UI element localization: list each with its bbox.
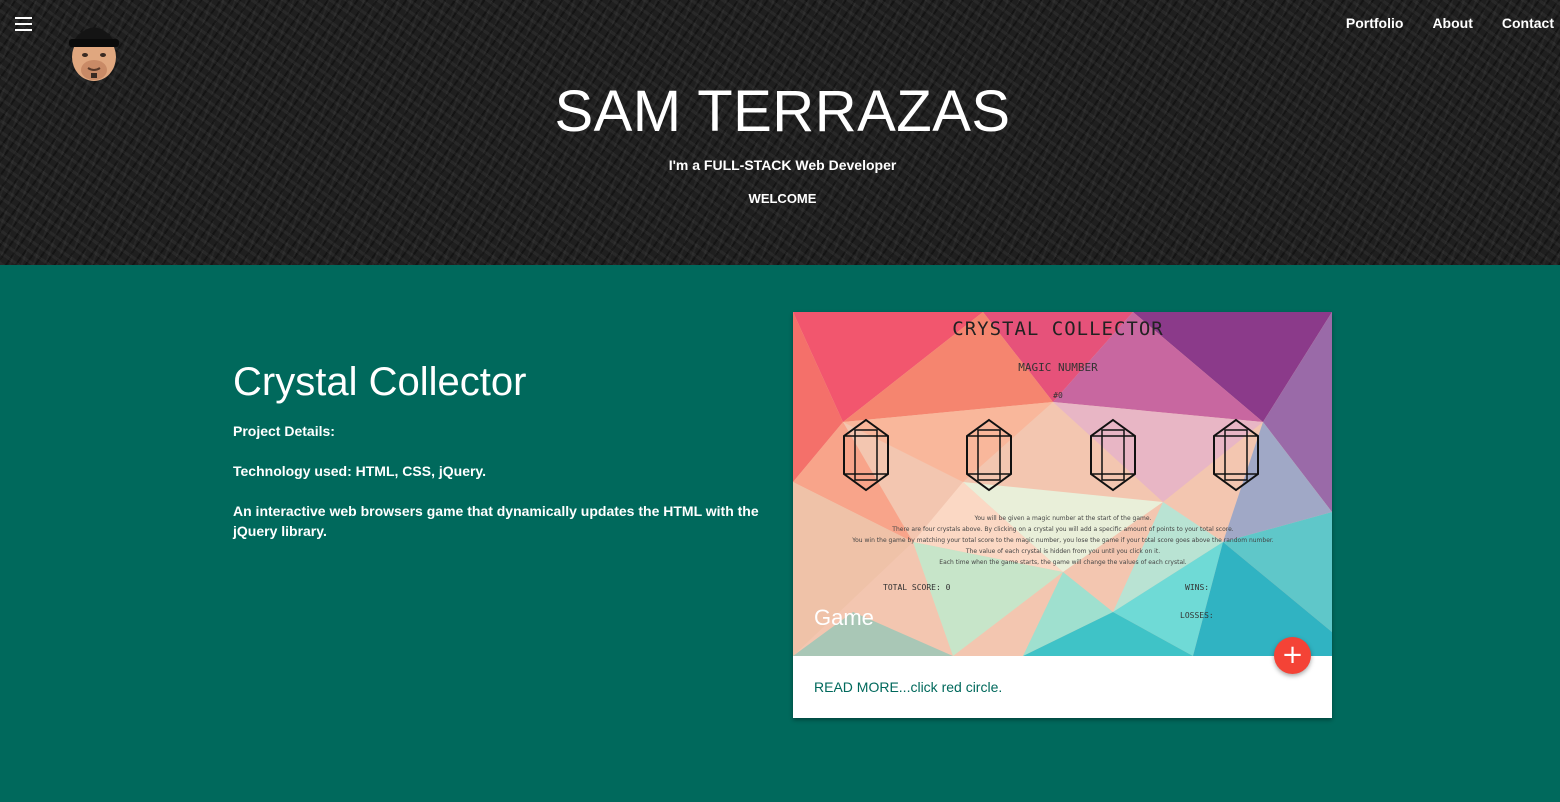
nav-about[interactable]: About bbox=[1432, 15, 1472, 31]
hero-subtitle: I'm a FULL-STACK Web Developer bbox=[668, 157, 897, 173]
game-instructions: You will be given a magic number at the … bbox=[843, 513, 1283, 568]
losses-count: LOSSES: bbox=[1180, 611, 1214, 620]
page-title: SAM TERRAZAS bbox=[554, 79, 1011, 144]
magic-number-label: MAGIC NUMBER bbox=[1018, 361, 1098, 374]
game-title: CRYSTAL COLLECTOR bbox=[952, 318, 1164, 340]
project-title: Crystal Collector bbox=[233, 360, 527, 404]
menu-icon[interactable] bbox=[14, 16, 34, 32]
instruction-line: You will be given a magic number at the … bbox=[974, 515, 1152, 522]
instruction-line: Each time when the game starts, the game… bbox=[939, 559, 1187, 566]
read-more-link[interactable]: READ MORE...click red circle. bbox=[814, 679, 1002, 695]
avatar bbox=[69, 27, 119, 81]
crystal-icon-4 bbox=[1213, 418, 1259, 492]
project-card: CRYSTAL COLLECTOR MAGIC NUMBER #0 You wi… bbox=[793, 312, 1332, 718]
crystal-icon-3 bbox=[1090, 418, 1136, 492]
add-icon-button[interactable]: + bbox=[1274, 637, 1311, 674]
instruction-line: You win the game by matching your total … bbox=[852, 537, 1274, 544]
magic-number-value: #0 bbox=[1053, 391, 1063, 400]
project-description: An interactive web browsers game that dy… bbox=[233, 503, 759, 539]
crystal-icon-2 bbox=[966, 418, 1012, 492]
instruction-line: The value of each crystal is hidden from… bbox=[965, 548, 1161, 555]
top-nav: Portfolio About Contact bbox=[1317, 15, 1554, 31]
total-score: TOTAL SCORE: 0 bbox=[883, 583, 951, 592]
card-title: Game bbox=[814, 605, 874, 630]
project-technology: Technology used: HTML, CSS, jQuery. bbox=[233, 463, 487, 479]
wins-count: WINS: bbox=[1185, 583, 1210, 592]
nav-contact[interactable]: Contact bbox=[1502, 15, 1554, 31]
project-details-label: Project Details: bbox=[233, 423, 335, 439]
nav-portfolio[interactable]: Portfolio bbox=[1346, 15, 1404, 31]
welcome-text: WELCOME bbox=[748, 191, 817, 206]
instruction-line: There are four crystals above. By clicki… bbox=[892, 526, 1234, 533]
crystal-icon-1 bbox=[843, 418, 889, 492]
hero-header: Portfolio About Contact SAM TERRAZAS I'm… bbox=[0, 0, 1560, 265]
project-screenshot: CRYSTAL COLLECTOR MAGIC NUMBER #0 You wi… bbox=[793, 312, 1332, 656]
